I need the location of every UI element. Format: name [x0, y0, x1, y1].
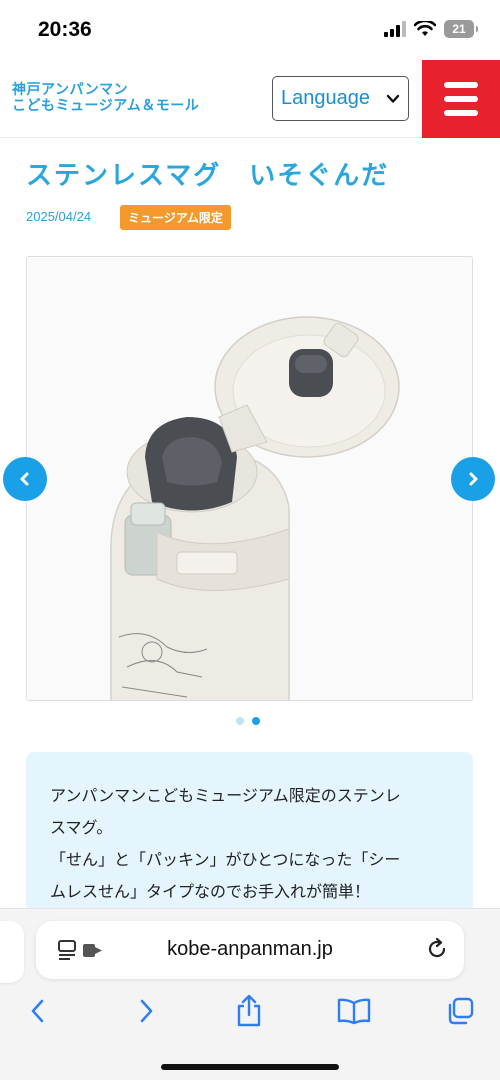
reload-icon[interactable]	[426, 938, 448, 960]
description-line: アンパンマンこどもミュージアム限定のステンレ	[50, 786, 401, 805]
wifi-icon	[414, 21, 436, 36]
page: 20:36 21 神戸アンパンマン こどもミュージアム＆モール Language…	[0, 0, 500, 1080]
battery-level: 21	[452, 22, 466, 36]
site-logo[interactable]: 神戸アンパンマン こどもミュージアム＆モール	[12, 82, 199, 114]
signal-icon	[384, 21, 406, 37]
hamburger-bar	[444, 110, 478, 116]
page-title: ステンレスマグ いそぐんだ	[26, 161, 390, 191]
carousel-pagination	[236, 717, 260, 725]
hamburger-menu-icon	[444, 82, 478, 88]
back-button[interactable]	[20, 993, 56, 1029]
carousel-dot-2[interactable]	[252, 717, 260, 725]
logo-line-2: こどもミュージアム＆モール	[12, 98, 200, 114]
site-header: 神戸アンパンマン こどもミュージアム＆モール Language	[0, 60, 500, 138]
product-image	[27, 257, 472, 700]
chevron-right-icon	[469, 472, 478, 486]
description-line: 「せん」と「パッキン」がひとつになった「シー	[50, 850, 401, 869]
bookmarks-icon	[337, 998, 371, 1025]
post-date: 2025/04/24	[26, 209, 92, 224]
back-icon	[31, 999, 44, 1023]
tabs-button[interactable]	[442, 993, 478, 1029]
share-button[interactable]	[231, 993, 267, 1029]
carousel-next-button[interactable]	[451, 457, 495, 501]
browser-bar: kobe-anpanman.jp	[0, 908, 500, 1080]
logo-line-1: 神戸アンパンマン	[12, 82, 129, 98]
category-badge[interactable]: ミュージアム限定	[120, 205, 231, 230]
address-bar[interactable]: kobe-anpanman.jp	[36, 921, 464, 979]
forward-button[interactable]	[128, 993, 164, 1029]
battery-icon: 21	[444, 20, 478, 38]
chevron-left-icon	[20, 472, 29, 486]
bookmarks-button[interactable]	[336, 993, 372, 1029]
browser-toolbar	[0, 989, 500, 1033]
language-label: Language	[281, 87, 370, 109]
forward-icon	[140, 999, 153, 1023]
hamburger-bar	[444, 96, 478, 102]
status-bar: 20:36 21	[0, 0, 500, 60]
status-time: 20:36	[38, 18, 92, 41]
carousel-dot-1[interactable]	[236, 717, 244, 725]
share-icon	[237, 994, 261, 1027]
status-icons: 21	[384, 20, 478, 38]
chevron-down-icon	[386, 94, 400, 103]
language-select[interactable]: Language	[272, 76, 409, 121]
previous-tab-peek[interactable]	[0, 921, 24, 983]
url-text: kobe-anpanman.jp	[167, 938, 333, 960]
tabs-icon	[448, 997, 474, 1025]
product-image-carousel[interactable]	[26, 256, 473, 701]
description-line: ムレスせん」タイプなのでお手入れが簡単！	[50, 882, 371, 901]
hamburger-menu-button[interactable]	[422, 60, 500, 138]
carousel-prev-button[interactable]	[3, 457, 47, 501]
home-indicator	[161, 1064, 339, 1070]
description-line: スマグ。	[50, 818, 113, 837]
